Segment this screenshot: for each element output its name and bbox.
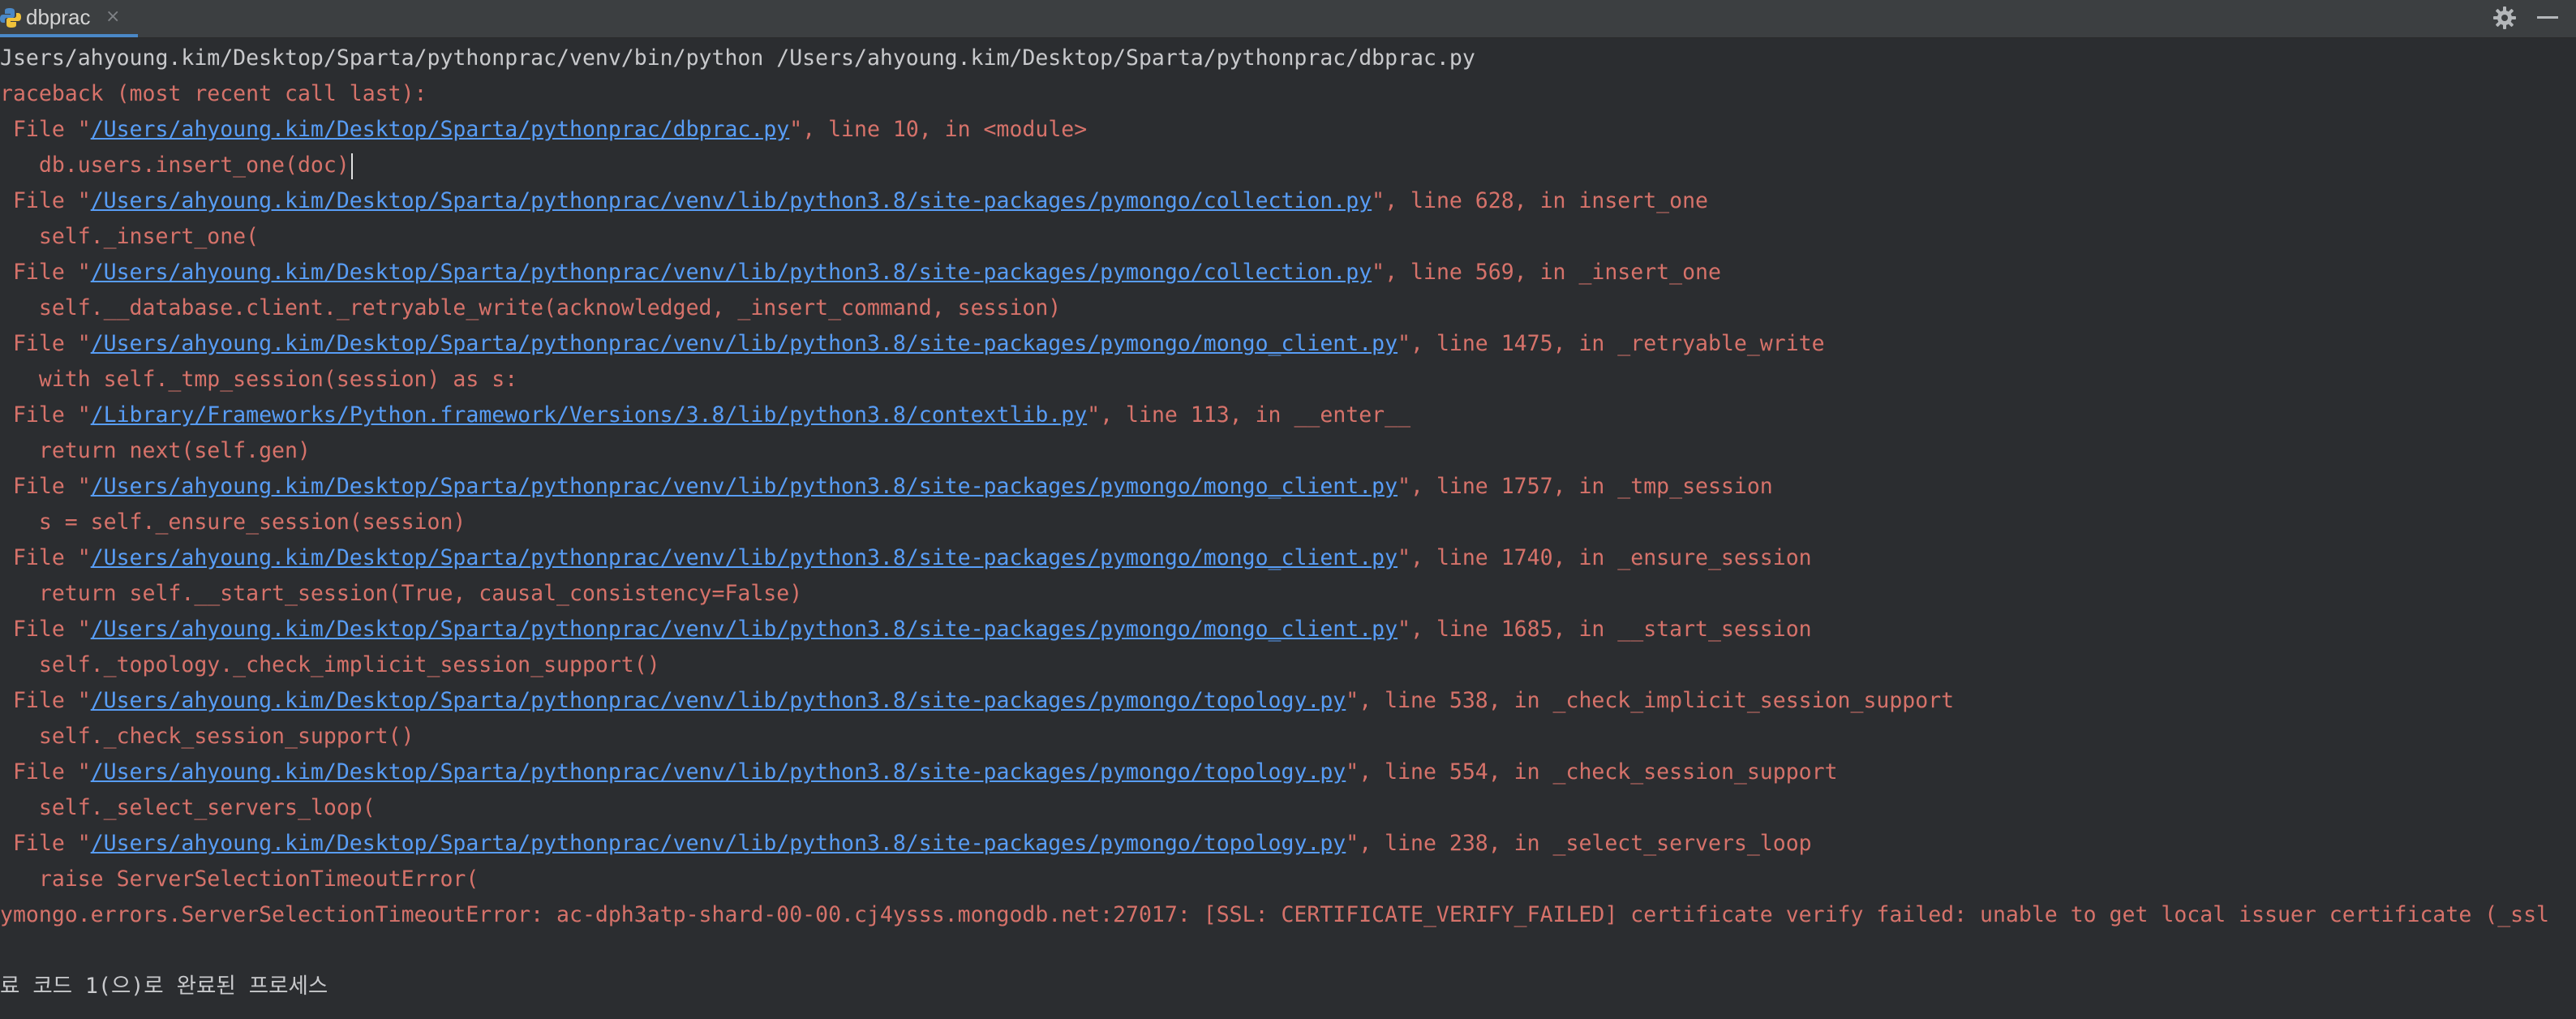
frame-prefix: File ": [0, 545, 91, 570]
exception-message: ymongo.errors.ServerSelectionTimeoutErro…: [0, 902, 2550, 927]
traceback-code-line: with self._tmp_session(session) as s:: [0, 367, 518, 392]
file-path-link[interactable]: /Users/ahyoung.kim/Desktop/Sparta/python…: [91, 188, 1372, 213]
traceback-frame: File "/Users/ahyoung.kim/Desktop/Sparta/…: [0, 756, 1838, 789]
traceback-header: raceback (most recent call last):: [0, 81, 427, 106]
file-path-link[interactable]: /Users/ahyoung.kim/Desktop/Sparta/python…: [91, 117, 790, 142]
file-path-link[interactable]: /Users/ahyoung.kim/Desktop/Sparta/python…: [91, 331, 1397, 356]
frame-suffix: ", line 554, in _check_session_support: [1346, 759, 1838, 785]
frame-suffix: ", line 1685, in __start_session: [1397, 617, 1812, 642]
traceback-frame: File "/Users/ahyoung.kim/Desktop/Sparta/…: [0, 256, 1721, 289]
gear-icon[interactable]: [2492, 5, 2518, 31]
traceback-code-line: self._topology._check_implicit_session_s…: [0, 652, 660, 677]
run-tool-window: dbprac × Jsers/ahyoung.kim/Desktop/Spart…: [0, 0, 2576, 1019]
frame-suffix: ", line 1757, in _tmp_session: [1397, 474, 1773, 499]
file-path-link[interactable]: /Users/ahyoung.kim/Desktop/Sparta/python…: [91, 474, 1397, 499]
minimize-icon[interactable]: [2537, 16, 2558, 19]
traceback-frame: File "/Users/ahyoung.kim/Desktop/Sparta/…: [0, 471, 1773, 503]
python-file-icon: [0, 8, 21, 28]
traceback-code-line: self._select_servers_loop(: [0, 795, 376, 820]
run-tab-bar: dbprac ×: [0, 0, 2576, 38]
traceback-frame: File "/Users/ahyoung.kim/Desktop/Sparta/…: [0, 114, 1087, 146]
file-path-link[interactable]: /Users/ahyoung.kim/Desktop/Sparta/python…: [91, 688, 1346, 713]
traceback-code-line: self.__database.client._retryable_write(…: [0, 295, 1062, 320]
frame-prefix: File ": [0, 402, 91, 428]
traceback-code-line: self._check_session_support(): [0, 724, 414, 749]
frame-suffix: ", line 1475, in _retryable_write: [1397, 331, 1825, 356]
traceback-frame: File "/Users/ahyoung.kim/Desktop/Sparta/…: [0, 542, 1812, 574]
traceback-code-line: return next(self.gen): [0, 438, 311, 463]
traceback-frame: File "/Users/ahyoung.kim/Desktop/Sparta/…: [0, 828, 1812, 860]
frame-suffix: ", line 628, in insert_one: [1372, 188, 1708, 213]
frame-prefix: File ": [0, 117, 91, 142]
file-path-link[interactable]: /Library/Frameworks/Python.framework/Ver…: [91, 402, 1088, 428]
traceback-frame: File "/Users/ahyoung.kim/Desktop/Sparta/…: [0, 185, 1708, 217]
frame-prefix: File ": [0, 688, 91, 713]
frame-prefix: File ": [0, 260, 91, 285]
text-caret: [350, 153, 353, 179]
traceback-code-line: return self.__start_session(True, causal…: [0, 581, 803, 606]
process-exit-message: 료 코드 1(으)로 완료된 프로세스: [0, 974, 328, 999]
console-output[interactable]: Jsers/ahyoung.kim/Desktop/Sparta/pythonp…: [0, 39, 2576, 1019]
frame-prefix: File ": [0, 474, 91, 499]
traceback-frame: File "/Library/Frameworks/Python.framewo…: [0, 399, 1410, 432]
frame-suffix: ", line 569, in _insert_one: [1372, 260, 1721, 285]
frame-suffix: ", line 10, in <module>: [789, 117, 1088, 142]
frame-prefix: File ": [0, 831, 91, 856]
frame-suffix: ", line 113, in __enter__: [1087, 402, 1411, 428]
frame-prefix: File ": [0, 617, 91, 642]
run-command-line: Jsers/ahyoung.kim/Desktop/Sparta/pythonp…: [0, 45, 1475, 71]
traceback-code-line: db.users.insert_one(doc): [0, 149, 353, 182]
traceback-code-line: self._insert_one(: [0, 224, 260, 249]
traceback-code-line: s = self._ensure_session(session): [0, 510, 466, 535]
traceback-frame: File "/Users/ahyoung.kim/Desktop/Sparta/…: [0, 685, 1954, 717]
file-path-link[interactable]: /Users/ahyoung.kim/Desktop/Sparta/python…: [91, 617, 1397, 642]
frame-prefix: File ": [0, 188, 91, 213]
tab-dbprac[interactable]: dbprac ×: [0, 0, 138, 37]
frame-suffix: ", line 238, in _select_servers_loop: [1346, 831, 1812, 856]
frame-prefix: File ": [0, 759, 91, 785]
file-path-link[interactable]: /Users/ahyoung.kim/Desktop/Sparta/python…: [91, 545, 1397, 570]
frame-suffix: ", line 1740, in _ensure_session: [1397, 545, 1812, 570]
frame-prefix: File ": [0, 331, 91, 356]
file-path-link[interactable]: /Users/ahyoung.kim/Desktop/Sparta/python…: [91, 260, 1372, 285]
traceback-code-line: raise ServerSelectionTimeoutError(: [0, 866, 479, 892]
file-path-link[interactable]: /Users/ahyoung.kim/Desktop/Sparta/python…: [91, 831, 1346, 856]
traceback-frame: File "/Users/ahyoung.kim/Desktop/Sparta/…: [0, 328, 1825, 360]
file-path-link[interactable]: /Users/ahyoung.kim/Desktop/Sparta/python…: [91, 759, 1346, 785]
active-tab-indicator: [0, 34, 138, 37]
frame-suffix: ", line 538, in _check_implicit_session_…: [1346, 688, 1955, 713]
code-text: db.users.insert_one(doc): [0, 153, 350, 178]
tab-label: dbprac: [26, 5, 91, 29]
traceback-frame: File "/Users/ahyoung.kim/Desktop/Sparta/…: [0, 613, 1812, 646]
close-icon[interactable]: ×: [105, 6, 120, 27]
